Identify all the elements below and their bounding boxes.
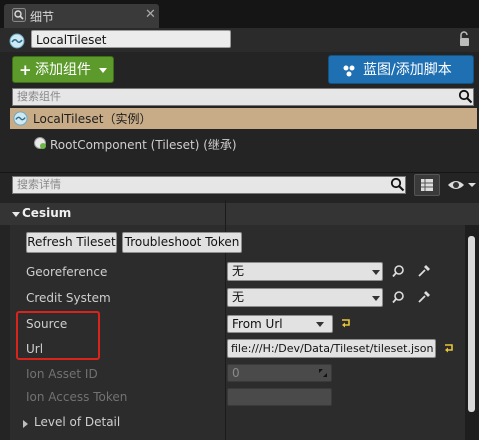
tree-item-label: LocalTileset（实例） <box>33 112 152 126</box>
scene-component-icon <box>34 137 46 149</box>
search-icon[interactable] <box>390 177 405 192</box>
expand-arrow-icon[interactable] <box>23 420 28 428</box>
add-component-label: 添加组件 <box>35 62 91 78</box>
search-icon[interactable] <box>458 89 473 104</box>
component-search-input[interactable]: 搜索组件 <box>12 88 474 106</box>
ion-access-token-label: Ion Access Token <box>26 390 128 404</box>
blueprint-icon <box>343 65 355 77</box>
divider <box>0 172 479 173</box>
chevron-down-icon <box>372 296 380 301</box>
troubleshoot-token-button[interactable]: Troubleshoot Token <box>122 232 242 253</box>
tab-title: 细节 <box>30 10 55 24</box>
add-component-button[interactable]: + 添加组件 <box>12 56 114 83</box>
dropdown-arrow-icon <box>99 68 107 73</box>
eye-icon[interactable] <box>446 176 476 194</box>
blueprint-add-script-button[interactable]: 蓝图/添加脚本 <box>328 55 474 84</box>
browse-search-icon[interactable] <box>392 290 406 304</box>
actor-icon <box>9 33 25 49</box>
ion-access-token-input[interactable] <box>227 388 332 406</box>
credit-system-label: Credit System <box>26 291 111 305</box>
reset-to-default-icon[interactable] <box>442 341 456 355</box>
expand-arrow-icon[interactable] <box>12 212 20 217</box>
reset-to-default-icon[interactable] <box>339 316 353 330</box>
georeference-dropdown[interactable]: 无 <box>227 262 383 281</box>
property-matrix-button[interactable] <box>414 174 440 196</box>
tree-item-root-component[interactable]: RootComponent (Tileset) (继承) <box>50 136 237 153</box>
browse-search-icon[interactable] <box>392 264 406 278</box>
refresh-tileset-button[interactable]: Refresh Tileset <box>26 232 117 253</box>
chevron-down-icon <box>316 322 324 327</box>
georeference-label: Georeference <box>26 265 108 279</box>
details-search-input[interactable]: 搜索详情 <box>12 176 406 194</box>
eyedropper-icon[interactable] <box>417 264 431 278</box>
category-header-cesium[interactable] <box>0 203 479 225</box>
subcategory-level-of-detail[interactable]: Level of Detail <box>34 415 120 429</box>
tab-details[interactable]: 细节 ✕ <box>4 4 159 28</box>
actor-icon <box>13 111 28 126</box>
credit-system-dropdown[interactable]: 无 <box>227 288 383 307</box>
spin-drag-icon[interactable] <box>318 368 328 378</box>
details-search-icon <box>12 8 26 22</box>
lock-open-icon[interactable] <box>458 31 472 47</box>
table-icon <box>421 179 433 191</box>
object-name-input[interactable]: LocalTileset <box>31 30 231 48</box>
plus-icon: + <box>19 61 32 79</box>
highlight-box <box>16 311 100 360</box>
blueprint-label: 蓝图/添加脚本 <box>363 62 452 78</box>
scrollbar-thumb[interactable] <box>468 236 475 412</box>
url-input[interactable]: file:///H:/Dev/Data/Tileset/tileset.json <box>227 339 436 358</box>
chevron-down-icon <box>372 270 380 275</box>
ion-asset-id-label: Ion Asset ID <box>26 367 98 381</box>
ion-asset-id-input[interactable]: 0 <box>227 364 332 382</box>
close-icon[interactable]: ✕ <box>145 7 156 22</box>
category-title: Cesium <box>22 206 72 220</box>
eyedropper-icon[interactable] <box>417 290 431 304</box>
